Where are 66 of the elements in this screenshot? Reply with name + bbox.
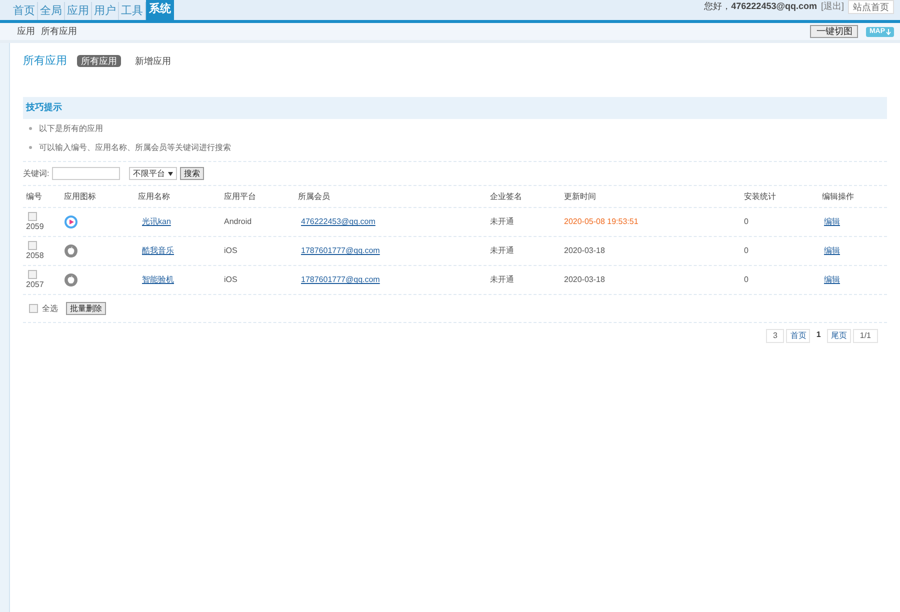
table-cell: Android — [224, 217, 252, 226]
sub-tab[interactable]: 所有应用 — [77, 55, 121, 67]
column-header: 编号 — [26, 192, 42, 201]
bulk-delete-button[interactable]: 批量删除 — [66, 302, 106, 315]
app-name-link[interactable]: 智能验机 — [142, 275, 174, 284]
table-cell: 2057 — [26, 278, 44, 290]
tips-title: 技巧提示 — [26, 101, 62, 114]
breadcrumb-item[interactable]: 应用 — [17, 24, 35, 38]
column-header: 应用图标 — [64, 192, 96, 201]
dropdown-arrow-icon — [168, 172, 174, 176]
column-header: 应用平台 — [224, 192, 256, 201]
tip-text: 以下是所有的应用 — [39, 122, 103, 134]
keyword-field[interactable] — [52, 167, 120, 180]
member-link[interactable]: 476222453@qq.com — [301, 217, 376, 226]
table-cell: 2059 — [26, 220, 44, 232]
sub-tab[interactable]: 新增应用 — [131, 55, 175, 67]
last-page-link[interactable]: 尾页 — [826, 329, 851, 343]
apple-icon — [64, 244, 78, 258]
down-arrow-icon — [886, 28, 891, 34]
edit-link[interactable]: 编辑 — [824, 275, 840, 284]
edit-link[interactable]: 编辑 — [824, 246, 840, 256]
total-count: 3 — [766, 329, 784, 343]
column-header: 安装统计 — [744, 192, 776, 201]
table-cell: 未开通 — [490, 275, 514, 284]
platform-select[interactable]: 不限平台 — [129, 167, 178, 180]
app-name-link[interactable]: 光讯kan — [142, 217, 171, 226]
switch-view-button[interactable]: 一键切图 — [810, 25, 858, 38]
table-cell: iOS — [224, 246, 238, 256]
play-icon — [64, 215, 78, 229]
tip-text: 可以输入编号、应用名称、所属会员等关键词进行搜索 — [39, 142, 231, 154]
site-home-button[interactable]: 站点首页 — [848, 0, 894, 14]
page-title: 所有应用 — [23, 54, 67, 69]
current-page: 1 — [815, 329, 822, 341]
table-cell: 未开通 — [490, 217, 514, 226]
select-all-label: 全选 — [42, 302, 58, 314]
update-time: 2020-03-18 — [564, 246, 605, 256]
member-link[interactable]: 1787601777@qq.com — [301, 246, 380, 256]
table-cell: 2058 — [26, 250, 44, 262]
app-name-link[interactable]: 酷我音乐 — [142, 246, 174, 256]
first-page-link[interactable]: 首页 — [786, 329, 810, 343]
nav-tab[interactable]: 系统 — [146, 0, 174, 20]
update-time: 2020-03-18 — [564, 275, 605, 284]
update-time: 2020-05-08 19:53:51 — [564, 217, 638, 226]
logout-link[interactable]: [退出] — [820, 0, 844, 13]
column-header: 应用名称 — [138, 192, 170, 201]
table-cell: iOS — [224, 275, 238, 284]
member-link[interactable]: 1787601777@qq.com — [301, 275, 380, 284]
column-header: 所属会员 — [298, 192, 330, 201]
table-cell: 0 — [744, 217, 748, 226]
column-header: 企业签名 — [490, 192, 522, 201]
checkbox[interactable] — [28, 270, 37, 278]
table-cell: 0 — [744, 275, 748, 284]
checkbox[interactable] — [28, 240, 37, 250]
edit-link[interactable]: 编辑 — [824, 217, 840, 226]
apple-icon — [64, 273, 78, 287]
checkbox[interactable] — [28, 212, 37, 220]
search-button[interactable]: 搜索 — [180, 167, 204, 180]
greeting-text: 您好，476222453@qq.com — [704, 0, 817, 13]
breadcrumb-item[interactable]: 所有应用 — [41, 24, 77, 38]
column-header: 编辑操作 — [822, 192, 854, 201]
page-count: 1/1 — [852, 329, 878, 343]
table-cell: 未开通 — [490, 246, 514, 256]
checkbox[interactable] — [29, 304, 38, 313]
column-header: 更新时间 — [564, 192, 596, 201]
keyword-label: 关键词: — [23, 168, 50, 180]
table-cell: 0 — [744, 246, 748, 256]
